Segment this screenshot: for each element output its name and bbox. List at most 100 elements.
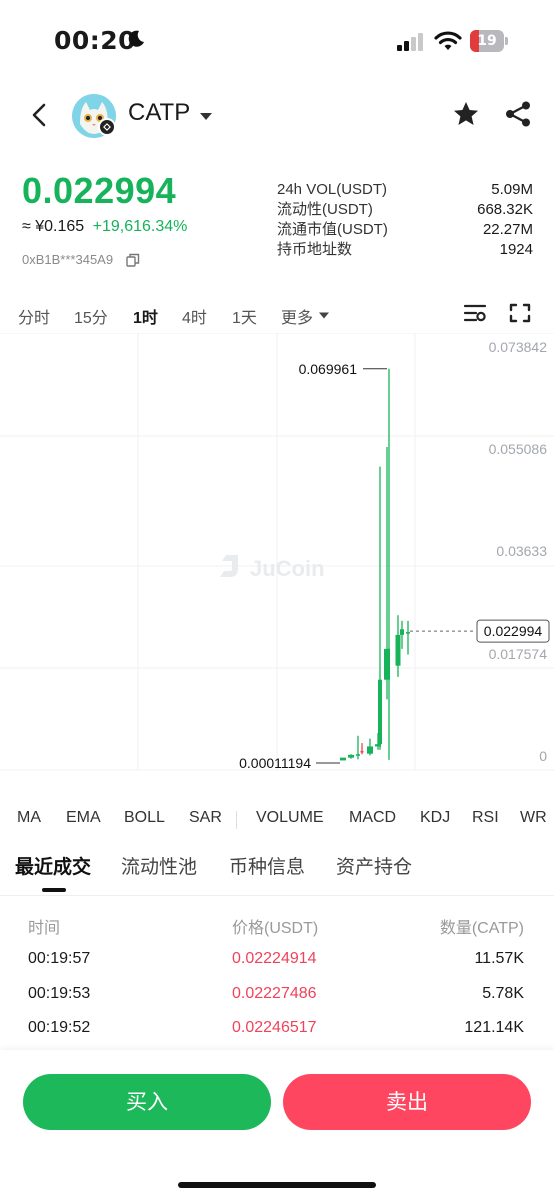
current-price-label: 0.022994 (484, 623, 543, 639)
price-chart[interactable]: JuCoin 0.0738420.0550860.036330.0175740 … (0, 333, 554, 798)
candle-body (400, 629, 404, 635)
stat-value: 668.32K (477, 201, 533, 218)
candle-body (378, 679, 382, 745)
trade-qty: 121.14K (464, 1019, 524, 1036)
high-price-label: 0.069961 (299, 361, 358, 377)
moon-icon (128, 30, 144, 47)
token-dropdown-icon[interactable] (198, 110, 214, 122)
trade-qty: 11.57K (474, 950, 524, 967)
chart-settings-icon[interactable] (463, 302, 487, 324)
candle-body (406, 632, 410, 634)
wifi-icon (434, 31, 462, 50)
indicator-sar[interactable]: SAR (189, 809, 222, 827)
trade-price: 0.02227486 (232, 985, 317, 1002)
trade-qty: 5.78K (482, 985, 524, 1002)
tab-holdings[interactable]: 资产持仓 (336, 852, 412, 879)
back-arrow-icon[interactable] (26, 100, 54, 130)
fiat-prefix: ≈ ¥ (22, 218, 45, 235)
copy-icon[interactable] (126, 253, 140, 267)
tab-liquidity-pool[interactable]: 流动性池 (121, 852, 197, 879)
tab-4h[interactable]: 4时 (182, 304, 207, 328)
header-price: 价格(USDT) (232, 920, 319, 937)
section-tabs: 最近成交 流动性池 币种信息 资产持仓 (0, 846, 554, 896)
active-tab-indicator (42, 888, 66, 892)
candle-body (388, 648, 390, 652)
fiat-price-line: ≈ ¥0.165 +19,616.34% (22, 218, 187, 236)
candle-body (360, 750, 364, 753)
low-price-label: 0.00011194 (239, 755, 311, 771)
stat-label: 流通市值(USDT) (277, 221, 388, 238)
recent-trades: 时间 价格(USDT) 数量(CATP) 00:19:57 0.02224914… (0, 900, 554, 1050)
share-icon[interactable] (504, 100, 532, 128)
y-axis-labels: 0.073842 0.055086 0.03633 0.017574 0 (489, 339, 548, 764)
candle-body (395, 634, 401, 666)
header-time: 时间 (28, 920, 61, 937)
status-bar: 00:20 19 (0, 0, 554, 84)
chart-watermark: JuCoin (250, 556, 325, 581)
stat-row: 流动性(USDT) 668.32K (277, 200, 533, 220)
indicator-row: MA EMA BOLL SAR VOLUME MACD KDJ RSI WR (0, 806, 554, 832)
stat-row: 持币地址数 1924 (277, 240, 533, 260)
indicator-rsi[interactable]: RSI (472, 809, 499, 827)
tab-token-info[interactable]: 币种信息 (229, 852, 305, 879)
stat-label: 流动性(USDT) (277, 201, 373, 218)
contract-address: 0xB1B***345A9 (22, 252, 114, 267)
buy-button[interactable]: 买入 (23, 1074, 271, 1130)
tab-more[interactable]: 更多 (281, 304, 313, 328)
stat-row: 24h VOL(USDT) 5.09M (277, 180, 533, 200)
tab-timeline[interactable]: 分时 (18, 304, 50, 328)
candle-body (348, 754, 354, 758)
market-stats: 24h VOL(USDT) 5.09M 流动性(USDT) 668.32K 流通市值… (277, 180, 533, 260)
trade-time: 00:19:57 (28, 950, 91, 967)
home-indicator (178, 1182, 376, 1188)
change-percent: +19,616.34% (92, 218, 188, 235)
sell-button[interactable]: 卖出 (283, 1074, 531, 1130)
token-name[interactable]: CATP (128, 99, 190, 127)
token-header: CATP (0, 88, 554, 144)
header-qty: 数量(CATP) (439, 920, 524, 937)
y-axis-label: 0.073842 (489, 339, 548, 355)
indicator-kdj[interactable]: KDJ (420, 809, 450, 827)
y-axis-label: 0 (539, 748, 547, 764)
more-dropdown-icon[interactable] (318, 311, 330, 320)
stat-value: 5.09M (491, 181, 533, 198)
tab-recent-trades[interactable]: 最近成交 (15, 852, 91, 879)
indicator-macd[interactable]: MACD (349, 809, 396, 827)
trade-action-bar: 买入 卖出 (0, 1050, 554, 1200)
stat-label: 24h VOL(USDT) (277, 181, 388, 198)
indicator-ma[interactable]: MA (17, 809, 41, 827)
y-axis-label: 0.017574 (489, 646, 548, 662)
candle-body (340, 757, 346, 761)
y-axis-label: 0.055086 (489, 441, 548, 457)
stat-value: 22.27M (482, 221, 533, 238)
favorite-star-icon[interactable] (452, 100, 480, 128)
fiat-value: 0.165 (44, 218, 85, 235)
y-axis-label: 0.03633 (496, 543, 547, 559)
candle-body (367, 746, 373, 754)
battery-icon: 19 (470, 30, 508, 52)
tab-1d[interactable]: 1天 (232, 304, 257, 328)
stat-row: 流通市值(USDT) 22.27M (277, 220, 533, 240)
indicator-ema[interactable]: EMA (66, 809, 101, 827)
last-price: 0.022994 (22, 170, 177, 211)
stat-value: 1924 (499, 241, 533, 258)
battery-level: 19 (477, 33, 497, 49)
candle-body (356, 754, 360, 756)
signal-icon (397, 33, 423, 51)
chain-badge-icon (98, 118, 116, 136)
trade-price: 0.02246517 (232, 1019, 317, 1036)
indicator-boll[interactable]: BOLL (124, 809, 165, 827)
indicator-divider (236, 811, 237, 829)
tab-15m[interactable]: 15分 (74, 304, 108, 328)
indicator-wr[interactable]: WR (520, 809, 547, 827)
stat-label: 持币地址数 (277, 241, 353, 258)
indicator-volume[interactable]: VOLUME (256, 809, 324, 827)
trade-price: 0.02224914 (232, 950, 317, 967)
chart-grid (0, 333, 554, 771)
candles (340, 368, 410, 761)
trade-time: 00:19:52 (28, 1019, 91, 1036)
trade-time: 00:19:53 (28, 985, 91, 1002)
status-time: 00:20 (54, 26, 137, 55)
tab-1h[interactable]: 1时 (133, 304, 158, 328)
fullscreen-icon[interactable] (508, 302, 532, 324)
